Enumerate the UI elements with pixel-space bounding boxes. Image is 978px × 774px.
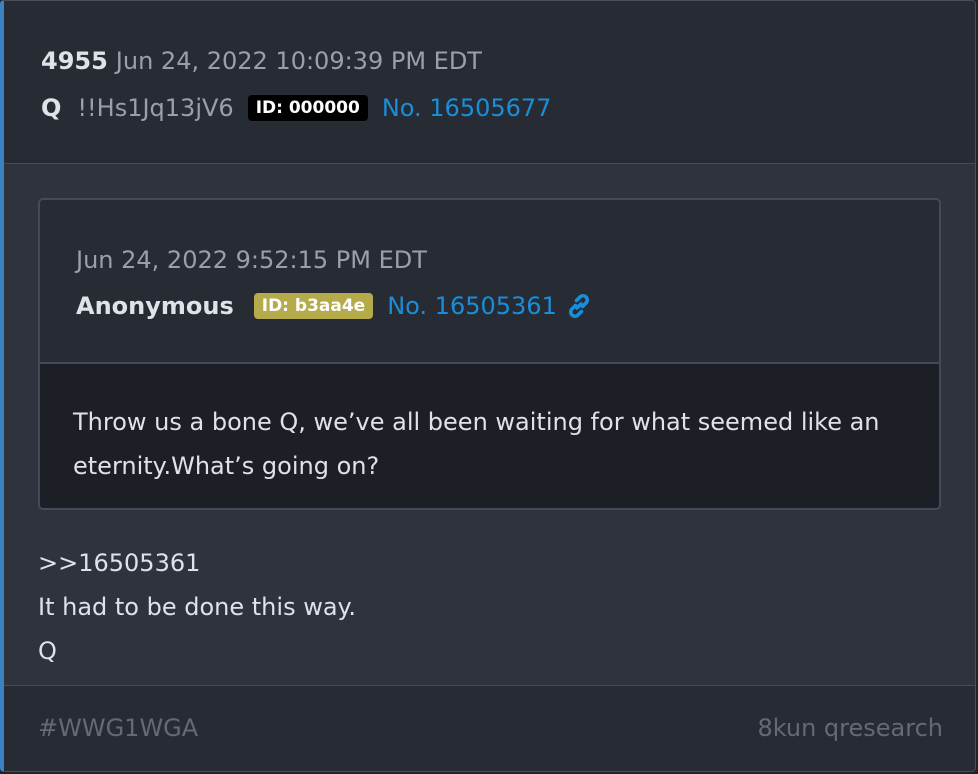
post-header: 4955 Jun 24, 2022 10:09:39 PM EDT Q !!Hs1…	[4, 1, 975, 164]
quoted-post: Jun 24, 2022 9:52:15 PM EDT Anonymous ID…	[38, 198, 941, 510]
post-source: 8kun qresearch	[757, 714, 943, 742]
post-author: Q	[41, 94, 62, 122]
quoted-post-text: Throw us a bone Q, we’ve all been waitin…	[73, 408, 880, 480]
link-icon[interactable]	[565, 292, 593, 320]
post-id-badge: ID: 000000	[247, 95, 368, 121]
reply-body: >>16505361 It had to be done this way. Q	[38, 541, 356, 673]
post-count: 4955	[41, 47, 108, 75]
reply-signature: Q	[38, 637, 57, 665]
post-author-line: Q !!Hs1Jq13jV6 ID: 000000 No. 16505677	[41, 91, 551, 125]
post-number-link[interactable]: No. 16505677	[382, 94, 552, 122]
post-card: 4955 Jun 24, 2022 10:09:39 PM EDT Q !!Hs1…	[0, 0, 976, 772]
quoted-post-header: Jun 24, 2022 9:52:15 PM EDT Anonymous ID…	[40, 200, 939, 364]
reply-reference-link[interactable]: >>16505361	[38, 541, 356, 585]
post-meta-line: 4955 Jun 24, 2022 10:09:39 PM EDT	[41, 47, 482, 79]
quoted-post-body: Throw us a bone Q, we’ve all been waitin…	[40, 364, 939, 508]
quoted-author: Anonymous	[76, 292, 234, 320]
post-footer: #WWG1WGA 8kun qresearch	[4, 685, 975, 771]
post-tripcode: !!Hs1Jq13jV6	[77, 94, 234, 122]
post-date: Jun 24, 2022 10:09:39 PM EDT	[115, 47, 482, 75]
quoted-author-line: Anonymous ID: b3aa4e No. 16505361	[76, 288, 593, 324]
quoted-id-badge: ID: b3aa4e	[253, 293, 374, 319]
hashtag: #WWG1WGA	[38, 714, 199, 742]
reply-text-line: It had to be done this way.	[38, 593, 356, 621]
quoted-post-date: Jun 24, 2022 9:52:15 PM EDT	[76, 246, 427, 274]
quoted-number-link[interactable]: No. 16505361	[387, 292, 557, 320]
